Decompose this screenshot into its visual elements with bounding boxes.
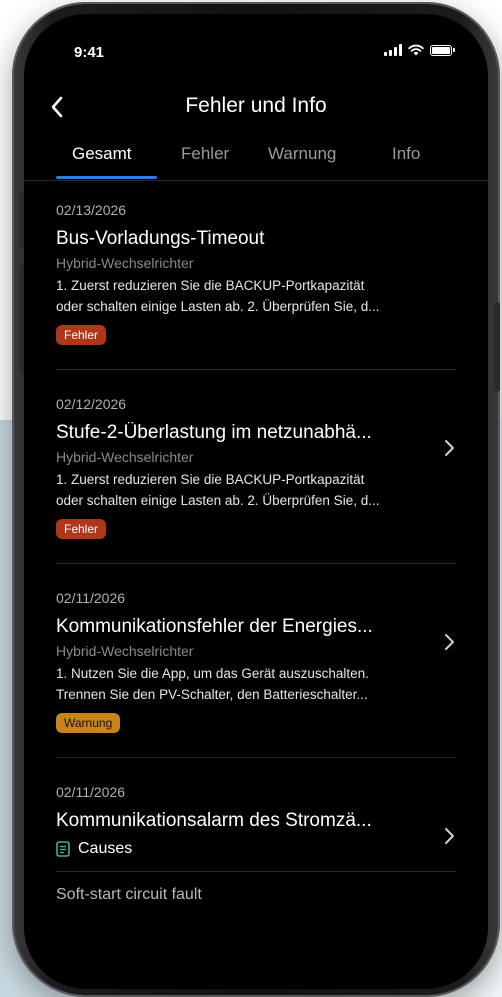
- item-source: Hybrid-Wechselrichter: [56, 643, 194, 659]
- causes-label: Causes: [78, 840, 133, 857]
- item-description: 1. Zuerst reduzieren Sie die BACKUP-Port…: [56, 275, 456, 317]
- item-description: 1. Zuerst reduzieren Sie die BACKUP-Port…: [56, 469, 456, 511]
- item-date: 02/12/2026: [56, 396, 127, 412]
- item-description-line: 1. Zuerst reduzieren Sie die BACKUP-Port…: [56, 472, 365, 487]
- item-description-line: 1. Nutzen Sie die App, um das Gerät ausz…: [56, 666, 369, 681]
- page-title: Fehler und Info: [185, 94, 327, 117]
- list-item[interactable]: 02/11/2026 Kommunikationsfehler der Ener…: [56, 590, 456, 733]
- item-description: 1. Nutzen Sie die App, um das Gerät ausz…: [56, 663, 456, 705]
- cause-text: Soft-start circuit fault: [56, 886, 202, 903]
- status-time: 9:41: [74, 44, 105, 61]
- tab-fehler[interactable]: Fehler: [181, 144, 229, 164]
- item-description-line: oder schalten einige Lasten ab. 2. Überp…: [56, 299, 380, 314]
- nav-header: Fehler und Info: [24, 86, 488, 130]
- active-tab-indicator: [56, 176, 157, 179]
- list-divider: [56, 369, 456, 370]
- item-description-line: 1. Zuerst reduzieren Sie die BACKUP-Port…: [56, 278, 365, 293]
- document-icon: [56, 841, 70, 857]
- item-title: Bus-Vorladungs-Timeout: [56, 228, 265, 249]
- chevron-right-icon: [445, 440, 454, 456]
- wifi-icon: [408, 44, 424, 56]
- battery-icon: [430, 44, 455, 56]
- list-divider: [56, 563, 456, 564]
- tab-gesamt[interactable]: Gesamt: [72, 144, 132, 164]
- item-title: Stufe-2-Überlastung im netzunabhä...: [56, 422, 372, 443]
- tab-info[interactable]: Info: [392, 144, 420, 164]
- error-badge: Fehler: [56, 519, 107, 539]
- item-date: 02/11/2026: [56, 784, 126, 800]
- tabs-divider: [24, 180, 488, 181]
- list-divider: [56, 871, 456, 872]
- warning-badge: Warnung: [56, 713, 121, 733]
- item-description-line: oder schalten einige Lasten ab. 2. Überp…: [56, 493, 380, 508]
- status-bar: 9:41: [24, 14, 488, 70]
- item-source: Hybrid-Wechselrichter: [56, 255, 194, 271]
- list-item[interactable]: 02/12/2026 Stufe-2-Überlastung im netzun…: [56, 396, 456, 539]
- power-button: [494, 302, 500, 392]
- status-icons: [384, 44, 455, 56]
- chevron-right-icon: [445, 828, 454, 844]
- cellular-signal-icon: [384, 44, 402, 56]
- item-date: 02/13/2026: [56, 202, 127, 218]
- list-divider: [56, 757, 456, 758]
- tab-warnung[interactable]: Warnung: [268, 144, 336, 164]
- causes-row[interactable]: Causes: [56, 840, 456, 858]
- item-title: Kommunikationsfehler der Energies...: [56, 616, 373, 637]
- chevron-right-icon: [445, 634, 454, 650]
- list-item[interactable]: 02/11/2026 Kommunikationsalarm des Strom…: [56, 784, 456, 858]
- list-item[interactable]: 02/13/2026 Bus-Vorladungs-Timeout Hybrid…: [56, 202, 456, 345]
- item-title: Kommunikationsalarm des Stromzä...: [56, 810, 372, 831]
- item-date: 02/11/2026: [56, 590, 126, 606]
- item-description-line: Trennen Sie den PV-Schalter, den Batteri…: [56, 687, 368, 702]
- item-source: Hybrid-Wechselrichter: [56, 449, 194, 465]
- phone-screen: 9:41 Fehler und Info Gesamt Fehler Warnu…: [24, 14, 488, 989]
- error-badge: Fehler: [56, 325, 107, 345]
